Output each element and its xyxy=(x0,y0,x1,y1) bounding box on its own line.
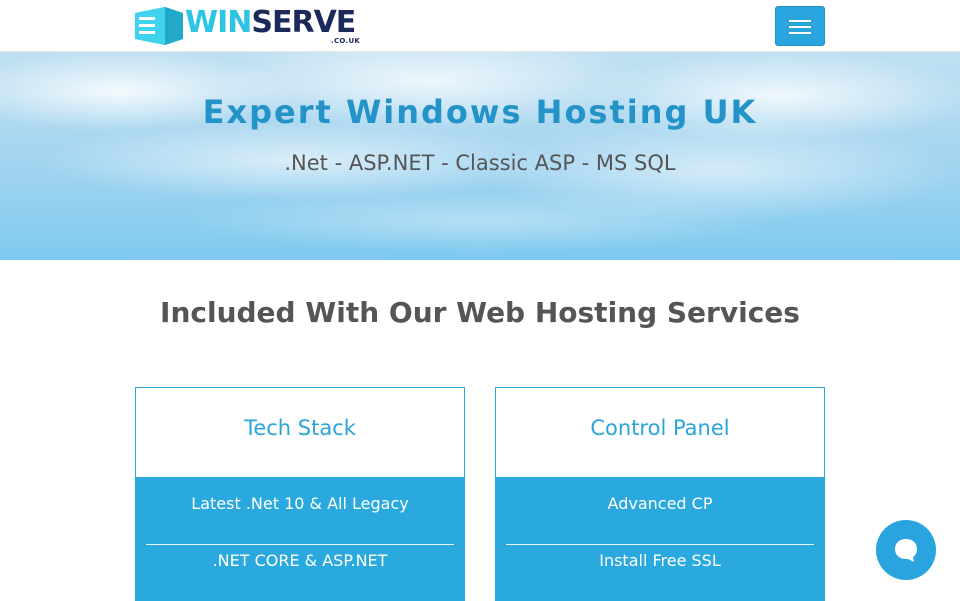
hero-title: Expert Windows Hosting UK xyxy=(202,93,758,131)
feature-divider xyxy=(146,544,454,545)
feature-divider xyxy=(506,544,814,545)
logo-wordmark: WINSERVE xyxy=(185,5,356,40)
feature-item: .NET CORE & ASP.NET xyxy=(212,551,388,570)
card-title: Tech Stack xyxy=(136,388,464,478)
chat-bubble-icon xyxy=(895,539,917,562)
menu-toggle-button[interactable] xyxy=(775,6,825,46)
logo-domain-suffix: .CO.UK xyxy=(331,37,361,45)
logo-word-win: WIN xyxy=(185,5,252,40)
site-header: WINSERVE .CO.UK xyxy=(0,0,960,52)
feature-item: Install Free SSL xyxy=(599,551,721,570)
card-title: Control Panel xyxy=(496,388,824,478)
card-features: Latest .Net 10 & All Legacy .NET CORE & … xyxy=(135,478,465,601)
feature-item: Latest .Net 10 & All Legacy xyxy=(191,494,409,513)
hero-subtitle: .Net - ASP.NET - Classic ASP - MS SQL xyxy=(284,151,676,175)
server-logo-icon xyxy=(135,7,183,45)
logo-word-serve: SERVE xyxy=(251,5,356,40)
services-heading: Included With Our Web Hosting Services xyxy=(160,296,800,329)
card-features: Advanced CP Install Free SSL xyxy=(495,478,825,601)
service-card-tech-stack: Tech Stack Latest .Net 10 & All Legacy .… xyxy=(135,387,465,601)
service-card-control-panel: Control Panel Advanced CP Install Free S… xyxy=(495,387,825,601)
feature-item: Advanced CP xyxy=(607,494,713,513)
hero-banner: Expert Windows Hosting UK .Net - ASP.NET… xyxy=(0,51,960,260)
chat-launcher-button[interactable] xyxy=(876,520,936,580)
